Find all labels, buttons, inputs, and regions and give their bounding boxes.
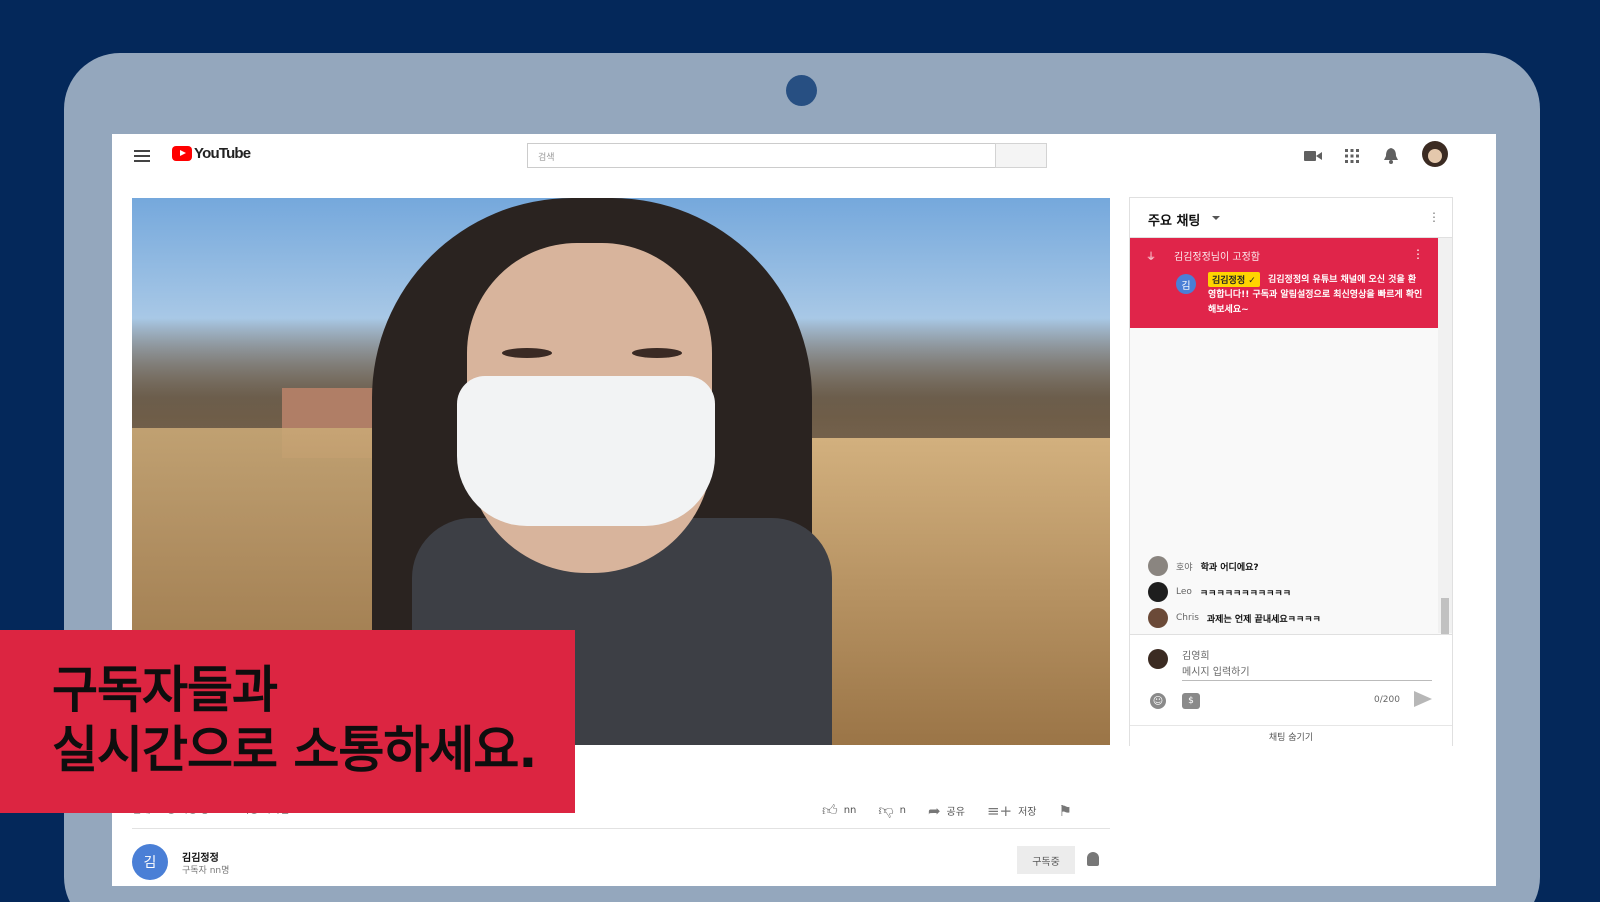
channel-name[interactable]: 김김정정 <box>182 849 219 864</box>
emoji-icon[interactable]: ☺ <box>1150 693 1166 709</box>
pinned-more-icon[interactable]: ⋮ <box>1412 247 1424 261</box>
hide-chat-button[interactable]: 채팅 숨기기 <box>1130 725 1452 743</box>
subscriber-count: 구독자 nn명 <box>182 866 230 876</box>
chat-header: 주요 채팅 ⋮ <box>1130 198 1452 238</box>
more-vert-icon[interactable]: ⋮ <box>1428 210 1440 224</box>
pinned-message: ⏚ 김김정정님이 고정함 ⋮ 김 김김정정의 유튜브 채널에 오신 것을 환영합… <box>1130 238 1438 328</box>
notifications-bell-icon[interactable] <box>1381 146 1401 166</box>
save-label: 저장 <box>1018 807 1037 818</box>
save-button[interactable]: ≡+ 저장 <box>987 802 1037 820</box>
chat-author-avatar <box>1148 608 1168 628</box>
chevron-down-icon[interactable] <box>1212 216 1220 220</box>
pinned-author-badge: 김김정정 ✓ <box>1208 272 1260 287</box>
search-button[interactable] <box>995 143 1047 168</box>
chat-message-text: 과제는 언제 끝내세요ㅋㅋㅋㅋ <box>1206 614 1321 625</box>
account-avatar[interactable] <box>1422 141 1448 167</box>
caption-text: 구독자들과 실시간으로 소통하세요. <box>52 661 537 779</box>
chat-message: 호야 학과 어디에요? <box>1148 556 1259 576</box>
chat-message-text: ㅋㅋㅋㅋㅋㅋㅋㅋㅋㅋㅋ <box>1199 588 1291 599</box>
dislike-button[interactable]: 👎︎ n <box>878 801 906 820</box>
chat-message-input[interactable]: 메시지 입력하기 <box>1182 663 1432 681</box>
report-button[interactable]: ⚑ <box>1058 802 1071 820</box>
chat-user-name: 김영희 <box>1182 651 1210 662</box>
share-icon: ➦ <box>927 801 941 820</box>
chat-message: Leo ㅋㅋㅋㅋㅋㅋㅋㅋㅋㅋㅋ <box>1148 582 1291 602</box>
share-label: 공유 <box>946 807 965 818</box>
chat-author-name: Leo <box>1176 587 1192 597</box>
channel-avatar[interactable]: 김 <box>132 844 168 880</box>
chat-author-name: 호야 <box>1176 562 1193 573</box>
apps-grid-icon[interactable] <box>1342 146 1362 166</box>
share-button[interactable]: ➦ 공유 <box>928 802 965 820</box>
like-button[interactable]: 👍︎ nn <box>822 801 856 820</box>
youtube-logo[interactable]: YouTube <box>172 145 251 162</box>
super-chat-icon[interactable]: $ <box>1182 693 1200 709</box>
video-person-mask <box>457 376 715 526</box>
pinned-by-label: 김김정정님이 고정함 <box>1174 252 1260 263</box>
video-person-eyes <box>502 348 682 362</box>
chat-scrollbar[interactable] <box>1438 238 1452 672</box>
thumbs-down-icon: 👎︎ <box>878 801 894 819</box>
channel-bell-icon[interactable] <box>1087 852 1099 866</box>
create-video-icon[interactable] <box>1303 146 1323 166</box>
logo-text: YouTube <box>194 145 251 162</box>
subscribe-button[interactable]: 구독중 <box>1017 846 1075 874</box>
pinned-author-avatar: 김 <box>1176 274 1196 294</box>
thumbs-up-icon: 👍︎ <box>822 801 838 819</box>
play-logo-icon <box>172 146 192 161</box>
dislike-count: n <box>899 805 906 816</box>
like-count: nn <box>843 805 857 816</box>
divider <box>132 828 1110 829</box>
chat-message: Chris 과제는 언제 끝내세요ㅋㅋㅋㅋ <box>1148 608 1321 628</box>
playlist-add-icon: ≡+ <box>986 801 1013 820</box>
chat-author-avatar <box>1148 556 1168 576</box>
video-actions: 👍︎ nn 👎︎ n ➦ 공유 ≡+ 저장 ⚑ <box>822 801 1072 820</box>
search-input[interactable]: 검색 <box>527 143 995 168</box>
menu-icon[interactable] <box>134 150 150 162</box>
flag-icon: ⚑ <box>1058 801 1072 820</box>
tablet-camera <box>786 75 817 106</box>
char-counter: 0/200 <box>1374 695 1400 705</box>
chat-author-name: Chris <box>1176 613 1199 623</box>
live-chat-panel: 주요 채팅 ⋮ ⏚ 김김정정님이 고정함 ⋮ 김 김김정정의 유튜브 채널에 오… <box>1129 197 1453 746</box>
send-icon[interactable] <box>1414 691 1432 707</box>
chat-user-avatar <box>1148 649 1168 669</box>
chat-author-avatar <box>1148 582 1168 602</box>
chat-input-area: 김영희 메시지 입력하기 ☺ $ 0/200 채팅 숨기기 <box>1130 634 1452 746</box>
pin-icon: ⏚ <box>1146 252 1156 263</box>
chat-message-text: 학과 어디에요? <box>1200 562 1259 573</box>
chat-mode-selector[interactable]: 주요 채팅 <box>1148 210 1200 229</box>
